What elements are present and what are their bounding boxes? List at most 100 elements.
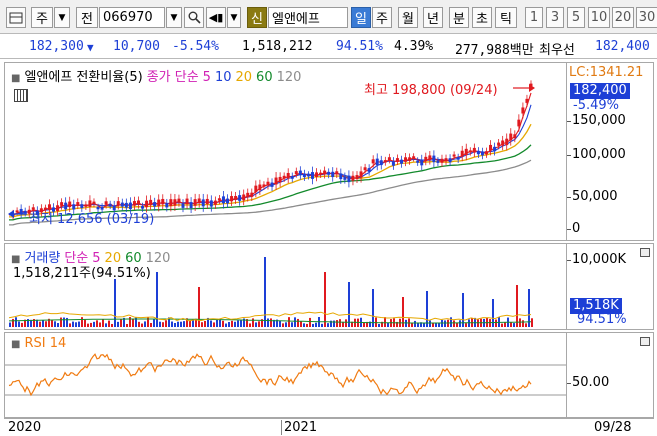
candle-body — [258, 184, 262, 191]
volume-bar — [171, 321, 173, 327]
candle-body — [209, 200, 213, 207]
volume-bar — [237, 320, 239, 327]
volume-bar — [153, 319, 155, 327]
rsi-legend: ■ RSI 14 — [11, 336, 70, 351]
stock-name-field[interactable]: 엘앤에프 — [268, 7, 348, 28]
candle-body — [88, 200, 92, 207]
volume-bar — [510, 322, 512, 327]
interval-3-button[interactable]: 3 — [546, 7, 564, 28]
period-second-button[interactable]: 초 — [472, 7, 492, 28]
candle-body — [420, 159, 424, 166]
volume-value: 1,518,212 — [242, 39, 313, 54]
period-year-button[interactable]: 년 — [423, 7, 443, 28]
volume-bar — [462, 293, 464, 327]
volume-bar — [285, 322, 287, 327]
volume-bar — [102, 319, 104, 327]
speaker-dropdown-icon[interactable]: ▼ — [227, 7, 241, 28]
volume-bar — [465, 323, 467, 327]
pane-close-icon[interactable] — [640, 337, 650, 346]
interval-5-button[interactable]: 5 — [567, 7, 585, 28]
change-percent: -5.54% — [172, 39, 219, 54]
candle-body — [217, 198, 221, 201]
volume-bar — [72, 321, 74, 327]
lc-label: LC:1341.21 — [569, 65, 644, 80]
ma-20-line — [8, 123, 532, 218]
price-chart-pane[interactable]: ■ 엘앤에프 전환비율(5) 종가 단순 5 10 20 60 120 최고 198,800 … — [4, 62, 567, 241]
candle-body — [242, 194, 246, 201]
candle-body — [266, 181, 270, 186]
candle-body — [185, 198, 189, 205]
volume-bar — [57, 323, 59, 327]
volume-bar — [114, 279, 116, 327]
candle-body — [149, 199, 153, 206]
search-icon[interactable] — [184, 7, 204, 28]
ma-10-line — [8, 104, 532, 216]
volume-bar — [264, 257, 266, 327]
interval-30-button[interactable]: 30 — [636, 7, 657, 28]
candle-body — [19, 208, 23, 215]
rsi-chart-pane[interactable]: ■ RSI 14 — [4, 332, 567, 418]
candle-body — [165, 203, 169, 208]
pane-close-icon[interactable] — [640, 248, 650, 257]
candle-body — [197, 198, 201, 204]
period-month-button[interactable]: 월 — [398, 7, 418, 28]
candle-body — [173, 199, 177, 206]
interval-10-button[interactable]: 10 — [588, 7, 610, 28]
volume-bar — [225, 323, 227, 327]
stock-code-input[interactable]: 066970 — [99, 7, 165, 28]
legend-square-icon: ■ — [11, 73, 21, 84]
volume-bar — [312, 323, 314, 327]
ma-20-label: 20 — [235, 70, 253, 85]
ma-5-line — [8, 92, 532, 216]
candle-body — [468, 150, 472, 153]
period-day-button[interactable]: 일 — [351, 7, 371, 28]
candle-body — [391, 161, 395, 166]
chevron-down-icon[interactable]: ▼ — [54, 7, 70, 28]
volume-summary: 1,518,211주(94.51%) — [13, 266, 151, 281]
speaker-icon[interactable]: ◀▮ — [206, 7, 226, 28]
prefix-button[interactable]: 전 — [76, 7, 98, 28]
volume-bar — [324, 272, 326, 327]
price-candles — [11, 80, 533, 220]
candle-body — [213, 200, 217, 205]
candle-body — [383, 160, 387, 163]
volume-bar — [120, 319, 122, 327]
candle-body — [145, 200, 149, 208]
layout-icon[interactable] — [6, 7, 26, 28]
high-price-label: 최고 198,800 (09/24) — [364, 83, 498, 98]
price-legend: ■ 엘앤에프 전환비율(5) 종가 단순 5 10 20 60 120 — [11, 66, 305, 85]
candle-body — [181, 203, 185, 208]
interval-20-button[interactable]: 20 — [612, 7, 634, 28]
period-selector[interactable]: 주 — [31, 7, 53, 28]
volume-bar — [339, 319, 341, 327]
candle-body — [132, 201, 136, 206]
interval-1-button[interactable]: 1 — [525, 7, 543, 28]
candle-body — [306, 174, 310, 177]
candle-body — [116, 201, 120, 206]
candle-body — [464, 148, 468, 156]
period-tick-button[interactable]: 틱 — [495, 7, 517, 28]
period-week-button[interactable]: 주 — [372, 7, 392, 28]
credit-badge[interactable]: 신 — [247, 7, 267, 28]
candle-body — [359, 171, 363, 178]
candle-body — [343, 176, 347, 180]
volume-bar — [315, 322, 317, 327]
candle-body — [278, 176, 282, 183]
quote-row: 182,300 ▼ 10,700 -5.54% 1,518,212 94.51%… — [0, 35, 657, 59]
volume-bar — [297, 318, 299, 327]
volume-chart-pane[interactable]: ■ 거래량 단순 5 20 60 120 1,518,211주(94.51%) — [4, 243, 567, 330]
candle-body — [286, 172, 290, 179]
candle-body — [238, 195, 242, 201]
volume-bar — [363, 322, 365, 327]
candle-body — [315, 172, 319, 177]
table-icon[interactable] — [14, 89, 28, 102]
candle-body — [436, 160, 440, 163]
volume-bar — [108, 320, 110, 327]
code-dropdown-icon[interactable]: ▼ — [166, 7, 182, 28]
volume-bar — [162, 322, 164, 327]
candle-body — [489, 144, 493, 151]
candle-body — [323, 170, 327, 175]
period-minute-button[interactable]: 분 — [449, 7, 469, 28]
volume-bar — [150, 322, 152, 327]
volume-bar — [159, 321, 161, 327]
